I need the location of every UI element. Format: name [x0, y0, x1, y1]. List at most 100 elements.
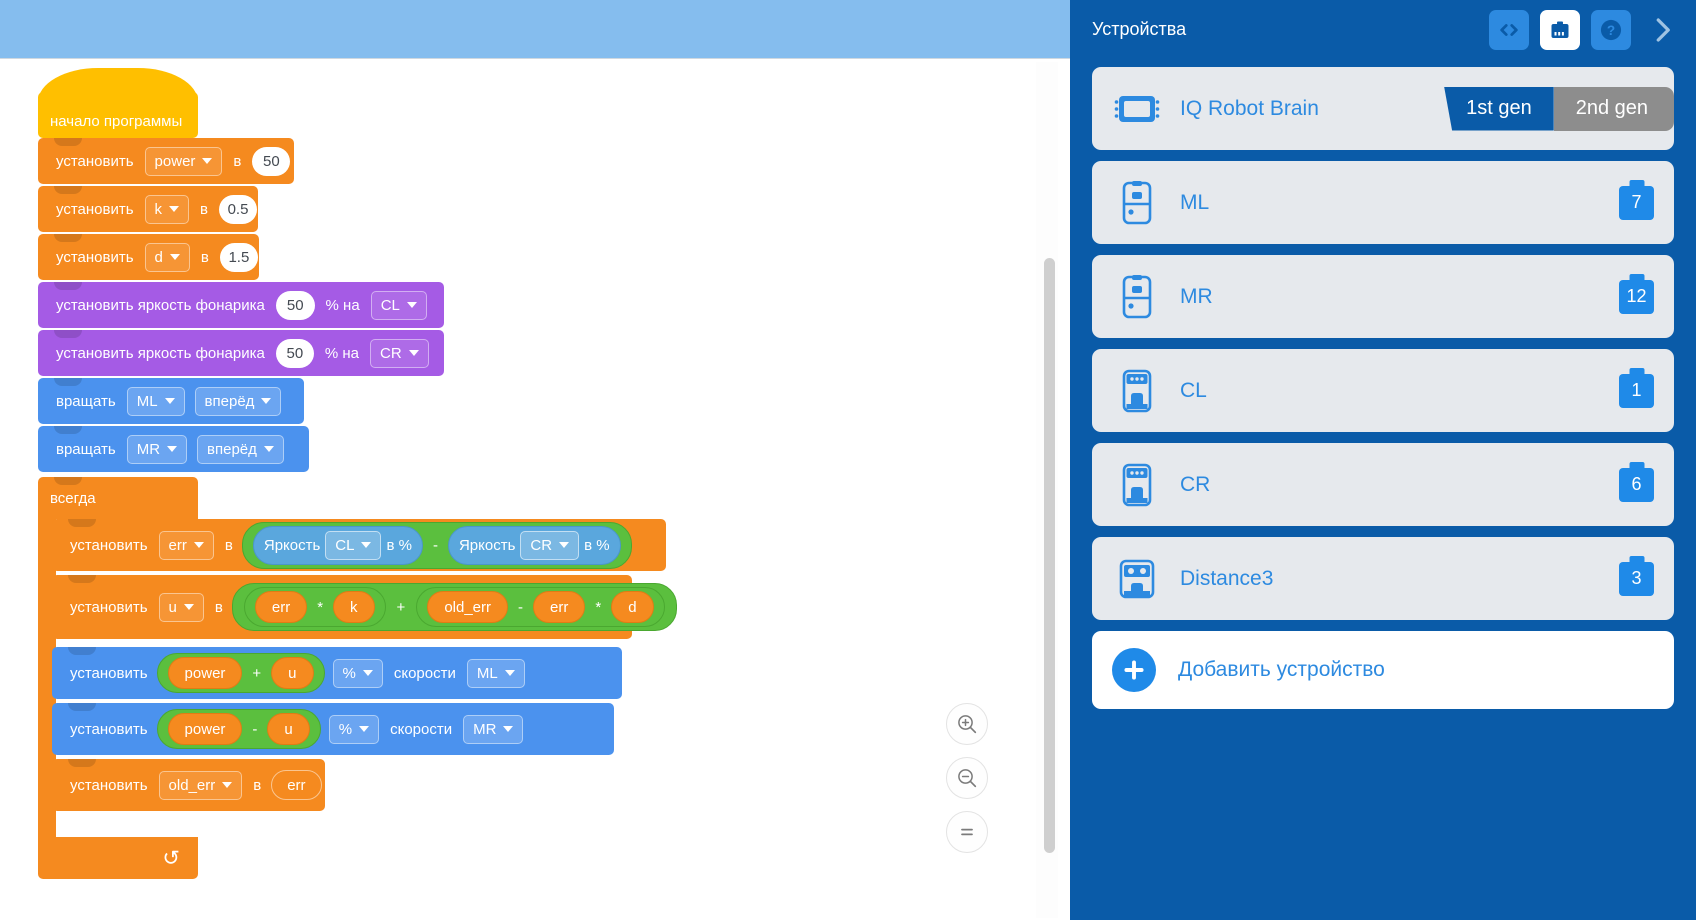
variable-dropdown-u[interactable]: u	[158, 592, 204, 622]
reporter-brightness-cr[interactable]: Яркость CR в %	[447, 525, 621, 565]
motor-dropdown-speed-mr[interactable]: MR	[463, 714, 524, 744]
variable-dropdown-k[interactable]: k	[144, 194, 190, 224]
chevron-down-icon	[193, 542, 204, 548]
sensor-dropdown-cr-label: CR	[530, 536, 553, 554]
device-dropdown-cr[interactable]: CR	[370, 338, 429, 368]
port-badge-distance3[interactable]: 3	[1619, 561, 1654, 596]
device-card-ml[interactable]: ML 7	[1092, 161, 1674, 244]
device-card-brain[interactable]: IQ Robot Brain 1st gen 2nd gen	[1092, 67, 1674, 150]
help-button[interactable]: ?	[1591, 9, 1631, 50]
block-notch	[68, 519, 96, 527]
device-name-ml: ML	[1180, 190, 1210, 214]
robot-brain-icon	[1551, 21, 1569, 38]
math-add-outer[interactable]: err * k + old_err - err * d	[231, 583, 677, 631]
block-workspace-canvas[interactable]: начало программы установить power в 50 у…	[0, 0, 1070, 920]
port-badge-cr[interactable]: 6	[1619, 467, 1654, 502]
block-set-old-err[interactable]: установить old_err в err	[52, 759, 325, 811]
math-subtract-brightness[interactable]: Яркость CL в % - Яркость CR в %	[241, 521, 632, 569]
variable-pill-err-value[interactable]: err	[271, 770, 322, 800]
canvas-vertical-scrollbar[interactable]	[1044, 258, 1055, 853]
zoom-reset-button[interactable]	[946, 811, 988, 853]
device-card-cl[interactable]: CL 1	[1092, 349, 1674, 432]
variable-dropdown-d[interactable]: d	[144, 242, 190, 272]
sensor-dropdown-cl[interactable]: CL	[325, 530, 382, 560]
variable-pill-k[interactable]: k	[333, 591, 375, 623]
port-badge-cl[interactable]: 1	[1619, 373, 1654, 408]
top-toolbar[interactable]	[0, 0, 1070, 59]
device-card-mr[interactable]: MR 12	[1092, 255, 1674, 338]
block-set-k[interactable]: установить k в 0.5	[38, 186, 258, 232]
motor-dropdown-ml[interactable]: ML	[126, 386, 185, 416]
chevron-down-icon	[169, 206, 180, 212]
chevron-down-icon	[503, 726, 514, 732]
math-multiply-err-k[interactable]: err * k	[243, 587, 386, 627]
device-card-distance3[interactable]: Distance3 3	[1092, 537, 1674, 620]
block-spin-mr[interactable]: вращать MR вперёд	[38, 426, 309, 472]
value-input-k[interactable]: 0.5	[219, 194, 258, 224]
code-view-button[interactable]	[1489, 9, 1529, 50]
block-set-power[interactable]: установить power в 50	[38, 138, 294, 184]
variable-pill-err[interactable]: err	[254, 591, 308, 623]
reporter-brightness-cl[interactable]: Яркость CL в %	[252, 525, 423, 565]
device-list: IQ Robot Brain 1st gen 2nd gen ML 7 MR 1…	[1070, 59, 1696, 709]
block-spin-ml[interactable]: вращать ML вперёд	[38, 378, 304, 424]
direction-dropdown-ml[interactable]: вперёд	[194, 386, 282, 416]
flashlight-label: установить яркость фонарика	[56, 296, 265, 314]
block-set-err[interactable]: установить err в Яркость CL в % - Яркост…	[52, 519, 666, 571]
variable-pill-u[interactable]: u	[271, 657, 314, 689]
unit-dropdown-ml[interactable]: %	[332, 658, 383, 688]
value-input-power[interactable]: 50	[252, 146, 291, 176]
value-input-d[interactable]: 1.5	[219, 242, 258, 272]
block-set-speed-mr[interactable]: установить power - u % скорости MR	[52, 703, 614, 755]
gen-2-button[interactable]: 2nd gen	[1553, 86, 1674, 131]
forever-loop-footer[interactable]: ↺	[38, 837, 198, 879]
gen-1-button[interactable]: 1st gen	[1444, 86, 1554, 131]
flashlight-value-input-cr[interactable]: 50	[275, 338, 314, 368]
chevron-down-icon	[222, 782, 233, 788]
block-set-flashlight-cl[interactable]: установить яркость фонарика 50 % на CL	[38, 282, 444, 328]
add-device-button[interactable]: Добавить устройство	[1092, 631, 1674, 709]
block-set-flashlight-cr[interactable]: установить яркость фонарика 50 % на CR	[38, 330, 444, 376]
variable-dropdown-err[interactable]: err	[158, 530, 214, 560]
variable-dropdown-power[interactable]: power	[144, 146, 223, 176]
sensor-dropdown-cr[interactable]: CR	[520, 530, 580, 560]
variable-pill-power[interactable]: power	[167, 713, 243, 745]
motor-dropdown-mr[interactable]: MR	[126, 434, 188, 464]
math-operator-plus: +	[396, 598, 406, 616]
device-dropdown-cl[interactable]: CL	[370, 290, 427, 320]
brain-button[interactable]	[1540, 9, 1580, 50]
block-notch	[54, 378, 82, 386]
variable-pill-d[interactable]: d	[611, 591, 654, 623]
variable-pill-u[interactable]: u	[267, 713, 310, 745]
zoom-in-button[interactable]	[946, 703, 988, 745]
port-badge-ml[interactable]: 7	[1619, 185, 1654, 220]
math-add-power-u[interactable]: power + u	[156, 653, 325, 693]
motor-dropdown-speed-ml[interactable]: ML	[466, 658, 525, 688]
chevron-down-icon	[359, 726, 370, 732]
math-multiply-derivative[interactable]: old_err - err * d	[416, 587, 665, 627]
block-set-u[interactable]: установить u в err * k + old_err - err *…	[52, 575, 677, 639]
block-set-d[interactable]: установить d в 1.5	[38, 234, 259, 280]
to-label: в	[200, 248, 209, 266]
variable-pill-old-err[interactable]: old_err	[427, 591, 509, 623]
block-start-hat[interactable]: начало программы	[38, 68, 198, 138]
forever-loop-header[interactable]: всегда	[38, 477, 198, 519]
collapse-panel-button[interactable]	[1640, 8, 1684, 52]
block-notch	[54, 282, 82, 290]
variable-pill-power[interactable]: power	[167, 657, 243, 689]
variable-dropdown-k-label: k	[154, 200, 163, 218]
zoom-out-button[interactable]	[946, 757, 988, 799]
flashlight-value-input-cl[interactable]: 50	[275, 290, 315, 320]
chevron-down-icon	[183, 604, 194, 610]
direction-dropdown-mr[interactable]: вперёд	[197, 434, 284, 464]
port-badge-mr[interactable]: 12	[1619, 279, 1654, 314]
math-subtract-power-u[interactable]: power - u	[156, 709, 321, 749]
direction-dropdown-mr-label: вперёд	[207, 440, 257, 458]
variable-pill-err-2[interactable]: err	[533, 591, 586, 623]
variable-dropdown-old-err[interactable]: old_err	[158, 770, 243, 800]
magnifier-plus-icon	[958, 715, 977, 734]
speed-label: скорости	[390, 720, 453, 738]
unit-dropdown-mr[interactable]: %	[328, 714, 380, 744]
block-set-speed-ml[interactable]: установить power + u % скорости ML	[52, 647, 622, 699]
device-card-cr[interactable]: CR 6	[1092, 443, 1674, 526]
